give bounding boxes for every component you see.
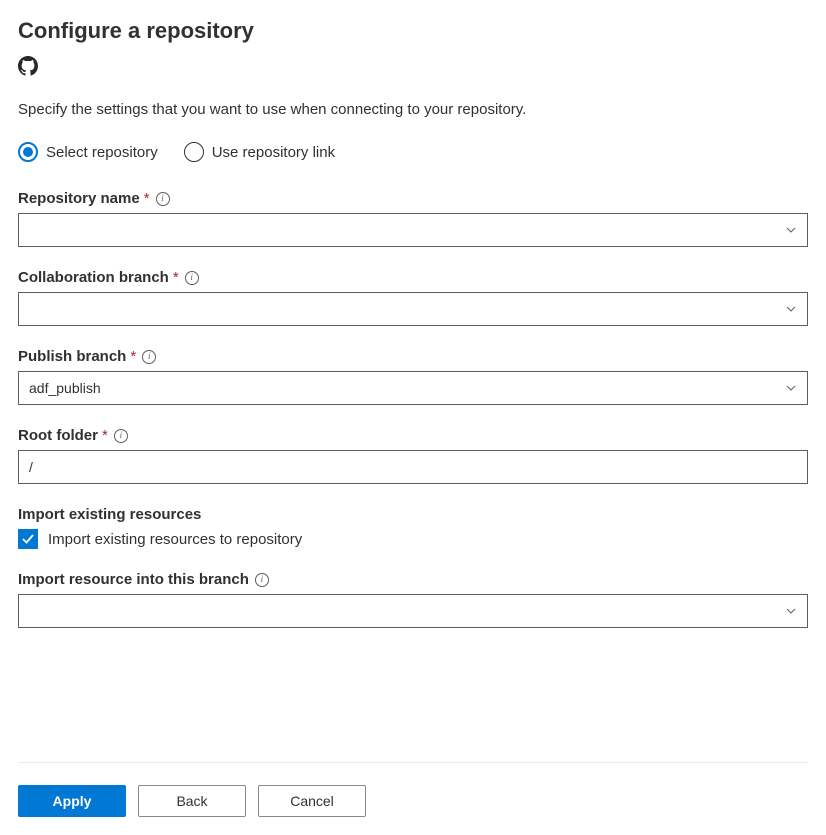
description-text: Specify the settings that you want to us… [18,101,808,118]
root-folder-field: Root folder * i [18,427,808,484]
info-icon[interactable]: i [114,429,128,443]
field-label: Collaboration branch [18,269,169,286]
import-branch-dropdown[interactable] [18,594,808,628]
info-icon[interactable]: i [255,573,269,587]
apply-button[interactable]: Apply [18,785,126,817]
import-existing-section: Import existing resources Import existin… [18,506,808,549]
chevron-down-icon [785,224,797,236]
use-repository-link-radio[interactable]: Use repository link [184,142,335,162]
repository-name-field: Repository name * i [18,190,808,247]
required-icon: * [130,348,136,365]
root-folder-input[interactable] [18,450,808,484]
radio-icon [184,142,204,162]
radio-label: Use repository link [212,144,335,161]
page-title: Configure a repository [18,18,808,44]
import-branch-field: Import resource into this branch i [18,571,808,628]
radio-icon [18,142,38,162]
info-icon[interactable]: i [156,192,170,206]
collaboration-branch-dropdown[interactable] [18,292,808,326]
field-label: Repository name [18,190,140,207]
required-icon: * [144,190,150,207]
select-repository-radio[interactable]: Select repository [18,142,158,162]
required-icon: * [102,427,108,444]
info-icon[interactable]: i [142,350,156,364]
repository-name-dropdown[interactable] [18,213,808,247]
info-icon[interactable]: i [185,271,199,285]
check-icon [21,532,35,546]
import-existing-checkbox[interactable] [18,529,38,549]
field-label: Import resource into this branch [18,571,249,588]
dropdown-value: adf_publish [29,380,101,396]
checkbox-label: Import existing resources to repository [48,531,302,548]
chevron-down-icon [785,605,797,617]
collaboration-branch-field: Collaboration branch * i [18,269,808,326]
cancel-button[interactable]: Cancel [258,785,366,817]
repository-mode-radio-group: Select repository Use repository link [18,142,808,162]
required-icon: * [173,269,179,286]
chevron-down-icon [785,382,797,394]
publish-branch-field: Publish branch * i adf_publish [18,348,808,405]
publish-branch-dropdown[interactable]: adf_publish [18,371,808,405]
field-label: Publish branch [18,348,126,365]
chevron-down-icon [785,303,797,315]
back-button[interactable]: Back [138,785,246,817]
radio-label: Select repository [46,144,158,161]
field-label: Root folder [18,427,98,444]
github-icon [18,56,808,79]
section-heading: Import existing resources [18,506,808,523]
footer-buttons: Apply Back Cancel [18,762,808,817]
